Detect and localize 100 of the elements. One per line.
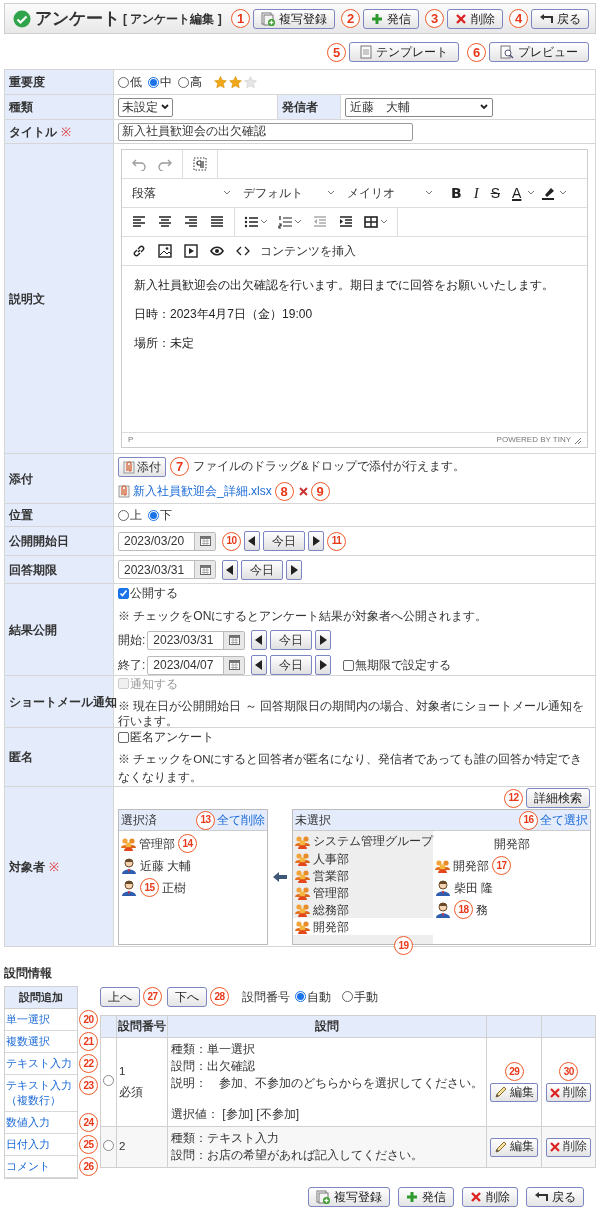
resize-grip-icon[interactable]: [574, 436, 581, 444]
list-item-label[interactable]: 正樹: [162, 878, 186, 897]
insert-content-button[interactable]: コンテンツを挿入: [260, 242, 356, 260]
remove-all-link[interactable]: 全て削除: [217, 811, 265, 829]
radio-button[interactable]: [178, 76, 189, 88]
row-radio-button[interactable]: [102, 1140, 114, 1151]
today-button[interactable]: 今日: [263, 531, 305, 551]
action-button[interactable]: 発信: [363, 8, 419, 29]
font-family-dropdown[interactable]: メイリオ: [347, 184, 439, 202]
bullet-list-icon[interactable]: [244, 215, 258, 229]
group-list-item[interactable]: 総務部: [293, 901, 433, 918]
action-button[interactable]: 上へ: [100, 986, 140, 1007]
undo-icon[interactable]: [132, 157, 146, 171]
highlighter-icon[interactable]: [541, 186, 556, 200]
question-type-link[interactable]: テキスト入力: [6, 1056, 72, 1071]
callout-number: 9: [310, 481, 330, 501]
title-input[interactable]: 新入社員歓迎会の出欠確認: [118, 122, 413, 141]
numbered-list-icon[interactable]: [278, 215, 292, 229]
action-button[interactable]: 戻る: [531, 8, 589, 29]
edit-button[interactable]: 編集: [490, 1083, 539, 1102]
group-list-item[interactable]: 営業部: [293, 867, 433, 884]
format-button[interactable]: A: [506, 182, 528, 204]
code-icon[interactable]: [236, 244, 250, 258]
checkbox[interactable]: [118, 731, 129, 743]
list-item-label[interactable]: 開発部: [453, 856, 489, 875]
delete-button[interactable]: 削除: [546, 1137, 592, 1157]
align-center-icon[interactable]: [158, 215, 172, 229]
action-button[interactable]: 詳細検索: [526, 788, 590, 808]
element-path: P: [128, 434, 134, 446]
file-link[interactable]: 新入社員歓迎会_詳細.xlsx: [133, 482, 272, 500]
checkbox[interactable]: [118, 587, 129, 599]
previous-button[interactable]: [244, 531, 260, 551]
link-icon[interactable]: [132, 244, 146, 258]
block-format-dropdown[interactable]: 段落: [132, 184, 237, 202]
action-button[interactable]: 発信: [398, 1187, 454, 1207]
question-type-link[interactable]: コメント: [6, 1159, 50, 1174]
action-button[interactable]: 戻る: [526, 1187, 584, 1207]
action-button[interactable]: プレビュー: [489, 42, 589, 62]
justify-icon[interactable]: [210, 215, 224, 229]
question-type-link[interactable]: 複数選択: [6, 1034, 50, 1049]
list-item-label[interactable]: 柴田 隆: [454, 878, 494, 897]
list-item-label[interactable]: 管理部: [139, 834, 175, 853]
format-button[interactable]: B: [445, 182, 468, 204]
group-list-item[interactable]: システム管理グループ: [293, 833, 433, 850]
radio-button[interactable]: [148, 509, 159, 521]
eye-icon[interactable]: [210, 244, 224, 258]
group-list-item[interactable]: 開発部: [293, 918, 433, 935]
list-item-label[interactable]: 務: [476, 900, 488, 919]
radio-button[interactable]: [118, 76, 129, 88]
action-button[interactable]: 複写登録: [308, 1187, 390, 1207]
question-type-link[interactable]: 単一選択: [6, 1012, 50, 1027]
format-button[interactable]: I: [467, 181, 485, 205]
redo-icon[interactable]: [158, 157, 172, 171]
action-button[interactable]: 複写登録: [253, 8, 335, 29]
today-button[interactable]: 今日: [270, 655, 313, 675]
radio-button[interactable]: [295, 991, 306, 1002]
question-number: 1: [118, 1063, 127, 1079]
edit-button[interactable]: 編集: [490, 1137, 539, 1157]
today-button[interactable]: 今日: [241, 559, 283, 580]
previous-button[interactable]: [222, 559, 238, 580]
action-button[interactable]: テンプレート: [349, 42, 459, 62]
font-size-dropdown[interactable]: デフォルト: [243, 184, 341, 202]
list-item-label[interactable]: 近藤 大輔: [140, 856, 192, 875]
show-blocks-icon[interactable]: [193, 157, 207, 171]
next-button[interactable]: [315, 630, 332, 650]
type-dropdown[interactable]: 未設定: [118, 97, 173, 117]
align-left-icon[interactable]: [132, 215, 146, 229]
action-button[interactable]: 削除: [462, 1187, 518, 1207]
delete-button[interactable]: 削除: [546, 1083, 592, 1102]
action-button[interactable]: 削除: [447, 8, 503, 29]
group-list-item[interactable]: 人事部: [293, 850, 433, 867]
next-button[interactable]: [286, 559, 302, 580]
group-list-item[interactable]: 管理部: [293, 884, 433, 901]
action-button[interactable]: 下へ: [167, 986, 207, 1007]
question-type-link[interactable]: 日付入力: [6, 1137, 50, 1152]
previous-button[interactable]: [251, 630, 268, 650]
indent-icon[interactable]: [339, 215, 353, 229]
previous-button[interactable]: [251, 655, 268, 675]
row-radio-button[interactable]: [102, 1075, 114, 1086]
question-type-link[interactable]: 数値入力: [6, 1115, 50, 1130]
image-icon[interactable]: [158, 244, 172, 258]
table-icon[interactable]: [364, 215, 378, 229]
left-arrow-icon[interactable]: [273, 872, 287, 882]
format-button[interactable]: S: [484, 182, 506, 204]
radio-button[interactable]: [342, 991, 353, 1002]
next-button[interactable]: [315, 655, 332, 675]
select-all-link[interactable]: 全て選択: [540, 811, 588, 829]
media-icon[interactable]: [184, 244, 198, 258]
paperclip-icon: [118, 484, 130, 498]
radio-button[interactable]: [118, 509, 129, 521]
sender-dropdown[interactable]: 近藤 大輔: [345, 97, 493, 117]
remove-icon[interactable]: [298, 486, 308, 496]
align-right-icon[interactable]: [184, 215, 198, 229]
attach-button[interactable]: 添付: [118, 456, 166, 477]
radio-button[interactable]: [148, 76, 159, 88]
checkbox[interactable]: [343, 659, 355, 671]
next-button[interactable]: [308, 531, 324, 551]
today-button[interactable]: 今日: [270, 630, 313, 650]
callout-number: 17: [492, 856, 511, 875]
question-type-link[interactable]: テキスト入力（複数行）: [6, 1078, 76, 1108]
